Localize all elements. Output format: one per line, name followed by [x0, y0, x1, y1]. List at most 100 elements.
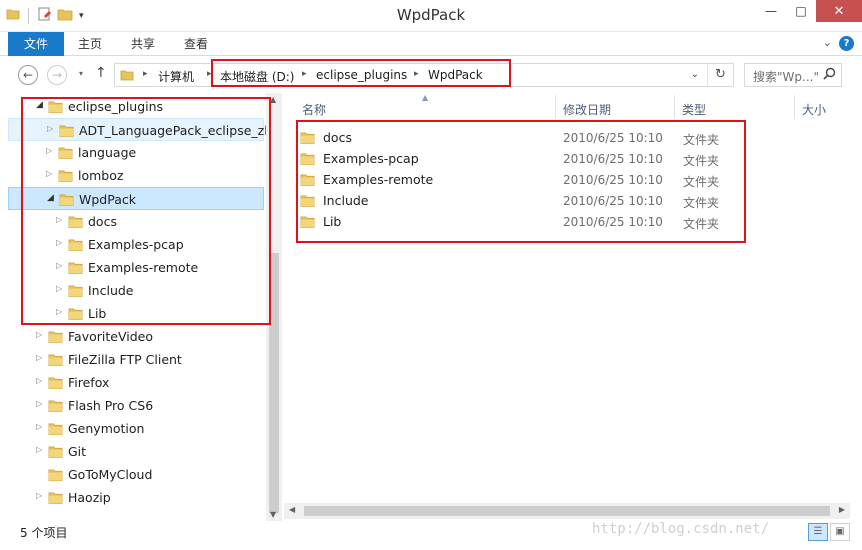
recent-locations-icon[interactable]: ▾	[79, 69, 83, 78]
scrollbar-thumb[interactable]	[304, 506, 830, 516]
column-type[interactable]: 类型	[682, 101, 706, 118]
tree-item-label: lomboz	[78, 168, 124, 183]
folder-icon	[68, 283, 83, 301]
expand-icon[interactable]: ▷	[36, 422, 42, 431]
breadcrumb-computer[interactable]: 计算机	[158, 68, 194, 85]
breadcrumb-separator-icon[interactable]: ▸	[302, 69, 307, 79]
refresh-icon[interactable]: ↻	[707, 64, 733, 86]
file-modified: 2010/6/25 10:10	[563, 194, 663, 208]
folder-icon	[300, 214, 315, 232]
file-type: 文件夹	[683, 217, 720, 231]
tree-item[interactable]: ▷ FavoriteVideo	[8, 325, 264, 348]
expand-icon[interactable]: ▷	[56, 238, 62, 247]
column-modified[interactable]: 修改日期	[563, 101, 611, 118]
minimize-button[interactable]: —	[756, 0, 786, 22]
tree-item[interactable]: ▷ Examples-pcap	[8, 233, 264, 256]
tree-item[interactable]: ▷ Examples-remote	[8, 256, 264, 279]
details-view-button[interactable]: ☰	[808, 523, 828, 541]
scroll-right-icon[interactable]: ▶	[839, 505, 845, 514]
scroll-down-icon[interactable]: ▼	[270, 510, 276, 519]
expand-icon[interactable]: ▷	[36, 330, 42, 339]
search-placeholder: 搜索"Wp..."	[753, 70, 819, 84]
close-button[interactable]: ✕	[816, 0, 862, 22]
collapse-icon[interactable]: ◢	[36, 100, 43, 110]
expand-icon[interactable]: ▷	[56, 307, 62, 316]
tab-file[interactable]: 文件	[8, 32, 64, 56]
column-name[interactable]: 名称	[302, 101, 326, 118]
expand-icon[interactable]: ▷	[36, 491, 42, 500]
tree-item[interactable]: ▷ Firefox	[8, 371, 264, 394]
breadcrumb-separator-icon[interactable]: ▸	[207, 69, 212, 79]
tree-item[interactable]: ▷ lomboz	[8, 164, 264, 187]
tab-share[interactable]: 共享	[131, 32, 155, 56]
tree-item[interactable]: ▷ Include	[8, 279, 264, 302]
tree-item[interactable]: ▷ FileZilla FTP Client	[8, 348, 264, 371]
tree-item[interactable]: ▷ Flash Pro CS6	[8, 394, 264, 417]
file-row[interactable]: Examples-pcap 2010/6/25 10:10 文件夹	[298, 148, 738, 169]
scroll-left-icon[interactable]: ◀	[289, 505, 295, 514]
tree-item[interactable]: ▷ Git	[8, 440, 264, 463]
expand-icon[interactable]: ▷	[56, 284, 62, 293]
address-bar[interactable]: ▸ 计算机 ▸ 本地磁盘 (D:) ▸ eclipse_plugins ▸ Wp…	[114, 63, 734, 87]
breadcrumb-separator-icon[interactable]: ▸	[143, 69, 148, 79]
file-row[interactable]: Include 2010/6/25 10:10 文件夹	[298, 190, 738, 211]
scrollbar-thumb[interactable]	[269, 253, 279, 513]
folder-icon	[300, 130, 315, 148]
file-row[interactable]: docs 2010/6/25 10:10 文件夹	[298, 127, 738, 148]
expand-icon[interactable]: ▷	[36, 445, 42, 454]
file-name: Lib	[323, 214, 342, 229]
forward-button[interactable]: →	[47, 65, 67, 85]
breadcrumb-drive-d[interactable]: 本地磁盘 (D:)	[220, 68, 294, 85]
up-button[interactable]: ↑	[95, 65, 107, 81]
maximize-button[interactable]: □	[786, 0, 816, 22]
expand-icon[interactable]: ▷	[47, 124, 53, 133]
tree-item[interactable]: ▷ Genymotion	[8, 417, 264, 440]
tree-item[interactable]: ▷ language	[8, 141, 264, 164]
navigation-pane: ◢ eclipse_plugins ▷ ADT_LanguagePack_eclips…	[0, 93, 282, 521]
address-history-icon[interactable]: ⌄	[691, 69, 699, 80]
file-row[interactable]: Lib 2010/6/25 10:10 文件夹	[298, 211, 738, 232]
folder-icon	[68, 214, 83, 232]
expand-icon[interactable]: ▷	[36, 353, 42, 362]
file-type: 文件夹	[683, 175, 720, 189]
expand-icon[interactable]: ▷	[56, 261, 62, 270]
file-name: docs	[323, 130, 352, 145]
expand-icon[interactable]: ▷	[46, 146, 52, 155]
breadcrumb-separator-icon[interactable]: ▸	[414, 69, 419, 79]
search-input[interactable]: 搜索"Wp..."	[744, 63, 842, 87]
folder-icon	[58, 168, 73, 186]
tree-item[interactable]: ▷ docs	[8, 210, 264, 233]
tree-item[interactable]: ◢ eclipse_plugins	[8, 95, 264, 118]
help-icon[interactable]: ?	[839, 36, 854, 51]
column-size[interactable]: 大小	[802, 101, 826, 118]
expand-icon[interactable]: ▷	[46, 169, 52, 178]
file-modified: 2010/6/25 10:10	[563, 215, 663, 229]
breadcrumb-eclipse-plugins[interactable]: eclipse_plugins	[316, 68, 407, 82]
scroll-up-icon[interactable]: ▲	[270, 95, 276, 104]
tab-home[interactable]: 主页	[78, 32, 102, 56]
tree-item-label: Haozip	[68, 490, 111, 505]
breadcrumb-wpdpack[interactable]: WpdPack	[428, 68, 483, 82]
expand-icon[interactable]: ▷	[56, 215, 62, 224]
nav-scrollbar[interactable]: ▲ ▼	[266, 93, 282, 521]
tree-item[interactable]: GoToMyCloud	[8, 463, 264, 486]
expand-icon[interactable]: ▷	[36, 399, 42, 408]
collapse-icon[interactable]: ◢	[47, 193, 54, 203]
tree-item[interactable]: ◢ WpdPack	[8, 187, 264, 210]
tab-view[interactable]: 查看	[184, 32, 208, 56]
folder-icon	[48, 398, 63, 416]
tree-item[interactable]: ▷ Lib	[8, 302, 264, 325]
search-icon[interactable]	[823, 67, 836, 84]
large-icons-view-button[interactable]: ▣	[830, 523, 850, 541]
file-row[interactable]: Examples-remote 2010/6/25 10:10 文件夹	[298, 169, 738, 190]
watermark: http://blog.csdn.net/	[592, 521, 770, 537]
back-button[interactable]: ←	[18, 65, 38, 85]
tree-item[interactable]: ▷ Haozip	[8, 486, 264, 509]
tree-item[interactable]: ▷ ADT_LanguagePack_eclipse_zh	[8, 118, 272, 141]
tree-item-label: docs	[88, 214, 117, 229]
content-hscrollbar[interactable]: ◀ ▶	[284, 503, 850, 519]
expand-ribbon-icon[interactable]: ⌄	[823, 36, 832, 49]
tree-item-label: language	[78, 145, 137, 160]
expand-icon[interactable]: ▷	[36, 376, 42, 385]
tree-item-label: Genymotion	[68, 421, 145, 436]
